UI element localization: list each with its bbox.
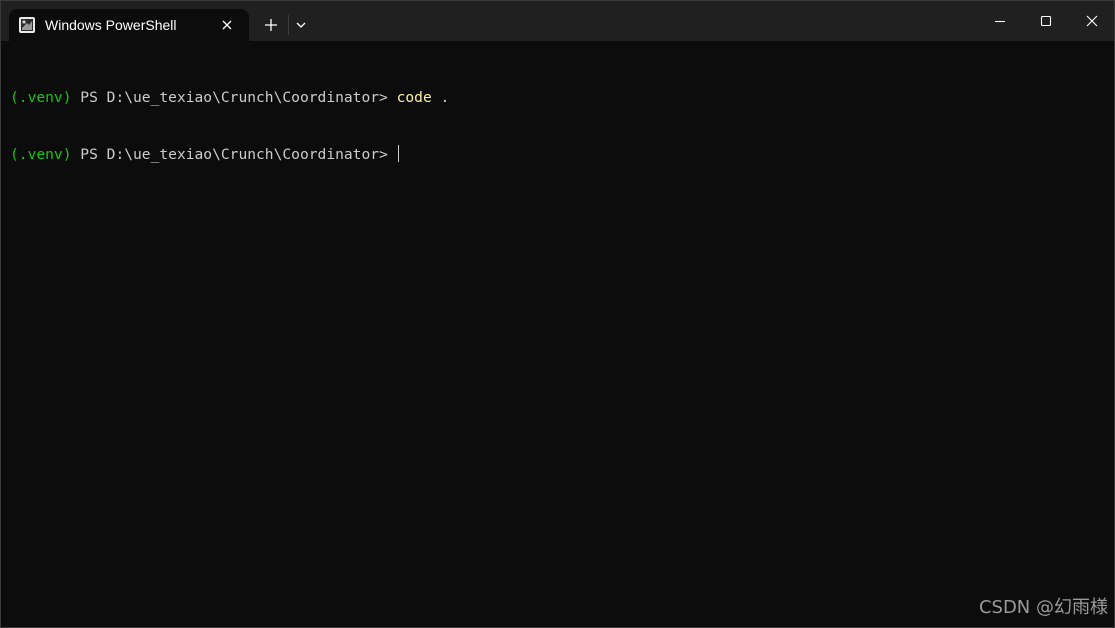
venv-label: (.venv): [10, 89, 72, 106]
tab-title: Windows PowerShell: [45, 17, 177, 33]
command-args: .: [431, 89, 450, 106]
terminal-line: (.venv) PS D:\ue_texiao\Crunch\Coordinat…: [10, 88, 1114, 107]
title-bar[interactable]: Windows PowerShell: [1, 1, 1114, 41]
text-cursor: [397, 145, 399, 162]
close-window-button[interactable]: [1069, 1, 1114, 41]
command-text: code: [396, 89, 432, 106]
tab-separator: [288, 15, 289, 35]
close-icon[interactable]: [219, 17, 235, 33]
minimize-icon: [995, 20, 1005, 23]
prompt-text: PS D:\ue_texiao\Crunch\Coordinator>: [71, 89, 397, 106]
watermark: CSDN @幻雨様: [978, 597, 1108, 618]
close-icon: [1086, 15, 1098, 27]
new-tab-button[interactable]: [257, 13, 285, 37]
minimize-button[interactable]: [977, 1, 1023, 41]
prompt-text: PS D:\ue_texiao\Crunch\Coordinator>: [71, 146, 397, 163]
venv-label: (.venv): [10, 146, 72, 163]
maximize-icon: [1040, 15, 1052, 27]
maximize-button[interactable]: [1023, 1, 1069, 41]
powershell-icon: [19, 17, 35, 33]
chevron-down-icon: [296, 22, 306, 28]
terminal-window: Windows PowerShell (.venv) PS D:\ue_texi…: [0, 0, 1115, 628]
terminal-output[interactable]: (.venv) PS D:\ue_texiao\Crunch\Coordinat…: [10, 50, 1114, 202]
plus-icon: [265, 19, 277, 31]
terminal-line: (.venv) PS D:\ue_texiao\Crunch\Coordinat…: [10, 145, 1114, 164]
tab-windows-powershell[interactable]: Windows PowerShell: [9, 9, 249, 41]
tab-dropdown-button[interactable]: [291, 13, 311, 37]
